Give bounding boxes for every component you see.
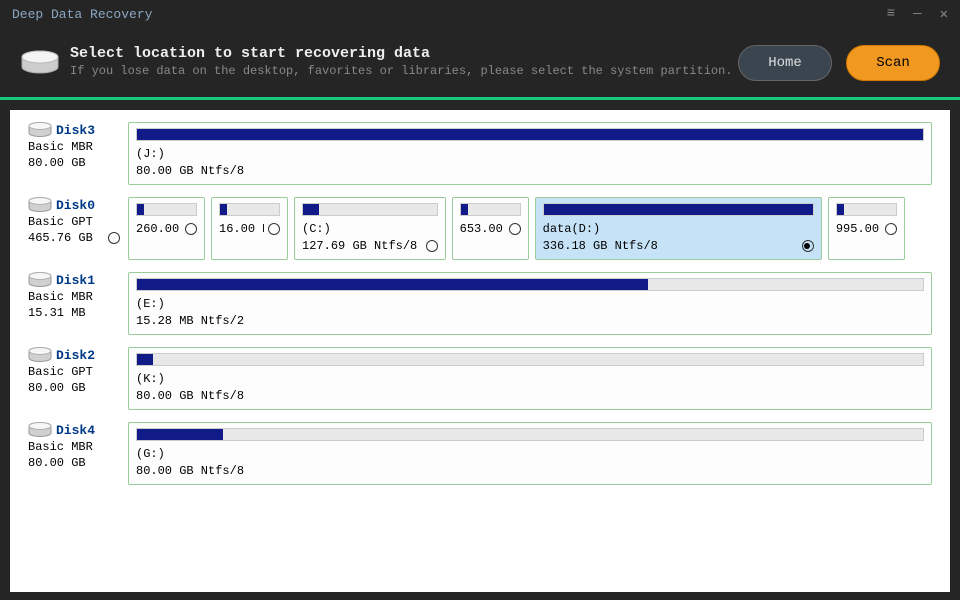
- partitions: 260.00 . 16.00 M. (C:) 127.69 GB Ntfs/8 653.…: [128, 197, 932, 260]
- usage-bar: [136, 428, 924, 441]
- usage-bar: [460, 203, 521, 216]
- partition[interactable]: 260.00 .: [128, 197, 205, 260]
- disk-size: 80.00 GB: [28, 156, 120, 170]
- disk-info: Disk2 Basic GPT 80.00 GB: [28, 347, 120, 410]
- disk-info: Disk0 Basic GPT 465.76 GB: [28, 197, 120, 260]
- disk-name: Disk0: [56, 198, 95, 213]
- partition[interactable]: data(D:) 336.18 GB Ntfs/8: [535, 197, 822, 260]
- partition-meta: 653.00 .: [460, 222, 505, 236]
- disk-info: Disk4 Basic MBR 80.00 GB: [28, 422, 120, 485]
- partition-radio[interactable]: [885, 223, 897, 235]
- drive-hero-icon: [20, 50, 60, 76]
- close-icon[interactable]: ✕: [940, 6, 948, 23]
- partition-meta: 80.00 GB Ntfs/8: [136, 389, 924, 403]
- usage-bar: [219, 203, 280, 216]
- partitions: (E:) 15.28 MB Ntfs/2: [128, 272, 932, 335]
- disk-type: Basic MBR: [28, 290, 120, 304]
- disk-row: Disk4 Basic MBR 80.00 GB (G:) 80.00 GB Ntfs/…: [28, 422, 932, 485]
- disk-size: 465.76 GB: [28, 231, 120, 245]
- partitions: (G:) 80.00 GB Ntfs/8: [128, 422, 932, 485]
- minimize-icon[interactable]: —: [913, 6, 921, 23]
- scan-button[interactable]: Scan: [846, 45, 940, 81]
- disk-type: Basic MBR: [28, 140, 120, 154]
- header-subtitle: If you lose data on the desktop, favorit…: [70, 64, 738, 80]
- partition-meta: 995.00 .: [836, 222, 881, 236]
- disk-name: Disk4: [56, 423, 95, 438]
- disk-size: 15.31 MB: [28, 306, 120, 320]
- partition-meta: 336.18 GB Ntfs/8: [543, 239, 798, 253]
- partition[interactable]: (G:) 80.00 GB Ntfs/8: [128, 422, 932, 485]
- disk-row: Disk2 Basic GPT 80.00 GB (K:) 80.00 GB Ntfs/…: [28, 347, 932, 410]
- usage-bar: [836, 203, 897, 216]
- partition[interactable]: (E:) 15.28 MB Ntfs/2: [128, 272, 932, 335]
- disk-radio[interactable]: [108, 232, 120, 244]
- header-title: Select location to start recovering data: [70, 45, 738, 62]
- disk-name: Disk3: [56, 123, 95, 138]
- titlebar: Deep Data Recovery ≡ — ✕: [0, 0, 960, 28]
- home-button[interactable]: Home: [738, 45, 832, 81]
- partition-meta: 260.00 .: [136, 222, 181, 236]
- disk-type: Basic GPT: [28, 215, 120, 229]
- usage-bar: [136, 203, 197, 216]
- disk-size: 80.00 GB: [28, 456, 120, 470]
- partition[interactable]: (C:) 127.69 GB Ntfs/8: [294, 197, 446, 260]
- partition[interactable]: (J:) 80.00 GB Ntfs/8: [128, 122, 932, 185]
- disk-type: Basic MBR: [28, 440, 120, 454]
- disk-row: Disk0 Basic GPT 465.76 GB 260.00 . 16.00 M. (…: [28, 197, 932, 260]
- disk-type: Basic GPT: [28, 365, 120, 379]
- disk-name: Disk2: [56, 348, 95, 363]
- partition[interactable]: 16.00 M.: [211, 197, 288, 260]
- partition-radio[interactable]: [268, 223, 280, 235]
- app-title: Deep Data Recovery: [12, 7, 152, 22]
- menu-icon[interactable]: ≡: [887, 6, 895, 23]
- partition[interactable]: 995.00 .: [828, 197, 905, 260]
- partition-meta: 80.00 GB Ntfs/8: [136, 164, 924, 178]
- partition-meta: 127.69 GB Ntfs/8: [302, 239, 422, 253]
- partition-radio[interactable]: [802, 240, 814, 252]
- partition-label: (C:): [302, 222, 438, 236]
- partition[interactable]: (K:) 80.00 GB Ntfs/8: [128, 347, 932, 410]
- partition[interactable]: 653.00 .: [452, 197, 529, 260]
- partition-meta: 15.28 MB Ntfs/2: [136, 314, 924, 328]
- usage-bar: [136, 353, 924, 366]
- disk-info: Disk3 Basic MBR 80.00 GB: [28, 122, 120, 185]
- usage-bar: [543, 203, 814, 216]
- disk-row: Disk3 Basic MBR 80.00 GB (J:) 80.00 GB Ntfs/…: [28, 122, 932, 185]
- partition-radio[interactable]: [185, 223, 197, 235]
- partition-radio[interactable]: [426, 240, 438, 252]
- disk-name: Disk1: [56, 273, 95, 288]
- partition-meta: 80.00 GB Ntfs/8: [136, 464, 924, 478]
- partition-label: (G:): [136, 447, 924, 461]
- header: Select location to start recovering data…: [0, 28, 960, 100]
- partition-label: (K:): [136, 372, 924, 386]
- disk-row: Disk1 Basic MBR 15.31 MB (E:) 15.28 MB Ntfs/…: [28, 272, 932, 335]
- window-controls: ≡ — ✕: [887, 6, 948, 23]
- partitions: (K:) 80.00 GB Ntfs/8: [128, 347, 932, 410]
- partition-label: data(D:): [543, 222, 814, 236]
- disk-size: 80.00 GB: [28, 381, 120, 395]
- disk-list: Disk3 Basic MBR 80.00 GB (J:) 80.00 GB Ntfs/…: [10, 110, 950, 592]
- partition-meta: 16.00 M.: [219, 222, 264, 236]
- usage-bar: [302, 203, 438, 216]
- partition-label: (E:): [136, 297, 924, 311]
- usage-bar: [136, 278, 924, 291]
- partition-label: (J:): [136, 147, 924, 161]
- partitions: (J:) 80.00 GB Ntfs/8: [128, 122, 932, 185]
- partition-radio[interactable]: [509, 223, 521, 235]
- usage-bar: [136, 128, 924, 141]
- disk-info: Disk1 Basic MBR 15.31 MB: [28, 272, 120, 335]
